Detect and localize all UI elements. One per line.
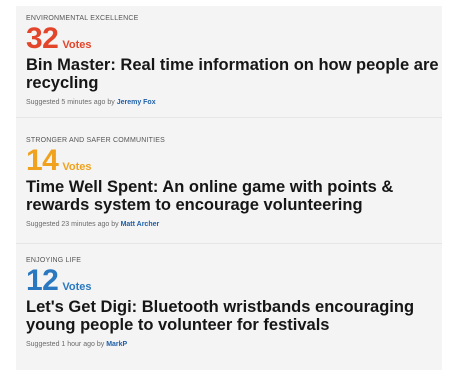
idea-card[interactable]: ENVIRONMENTAL EXCELLENCE 32 Votes Bin Ma…	[16, 14, 442, 118]
vote-label: Votes	[62, 161, 92, 173]
vote-count: 32 Votes	[26, 24, 442, 54]
vote-label: Votes	[62, 39, 92, 51]
idea-meta: Suggested 1 hour ago by MarkP	[26, 340, 442, 349]
author-link[interactable]: Jeremy Fox	[117, 99, 156, 106]
idea-category: ENVIRONMENTAL EXCELLENCE	[26, 15, 139, 22]
idea-card[interactable]: STRONGER AND SAFER COMMUNITIES 14 Votes …	[16, 136, 442, 244]
vote-number: 14	[26, 144, 59, 177]
idea-meta: Suggested 23 minutes ago by Matt Archer	[26, 220, 442, 229]
idea-meta: Suggested 5 minutes ago by Jeremy Fox	[26, 98, 442, 107]
suggested-time: Suggested 23 minutes ago by	[26, 221, 119, 228]
vote-count: 12 Votes	[26, 266, 442, 296]
author-link[interactable]: Matt Archer	[121, 221, 160, 228]
idea-title[interactable]: Time Well Spent: An online game with poi…	[26, 178, 446, 214]
suggested-time: Suggested 1 hour ago by	[26, 341, 105, 348]
vote-number: 32	[26, 22, 59, 55]
idea-category: ENJOYING LIFE	[26, 257, 82, 264]
ideas-list: ENVIRONMENTAL EXCELLENCE 32 Votes Bin Ma…	[16, 6, 442, 370]
idea-category: STRONGER AND SAFER COMMUNITIES	[26, 137, 166, 144]
idea-title[interactable]: Bin Master: Real time information on how…	[26, 56, 446, 92]
vote-count: 14 Votes	[26, 146, 442, 176]
vote-number: 12	[26, 264, 59, 297]
suggested-time: Suggested 5 minutes ago by	[26, 99, 115, 106]
idea-title[interactable]: Let's Get Digi: Bluetooth wristbands enc…	[26, 298, 446, 334]
author-link[interactable]: MarkP	[106, 341, 127, 348]
vote-label: Votes	[62, 281, 92, 293]
idea-card[interactable]: ENJOYING LIFE 12 Votes Let's Get Digi: B…	[16, 256, 442, 368]
